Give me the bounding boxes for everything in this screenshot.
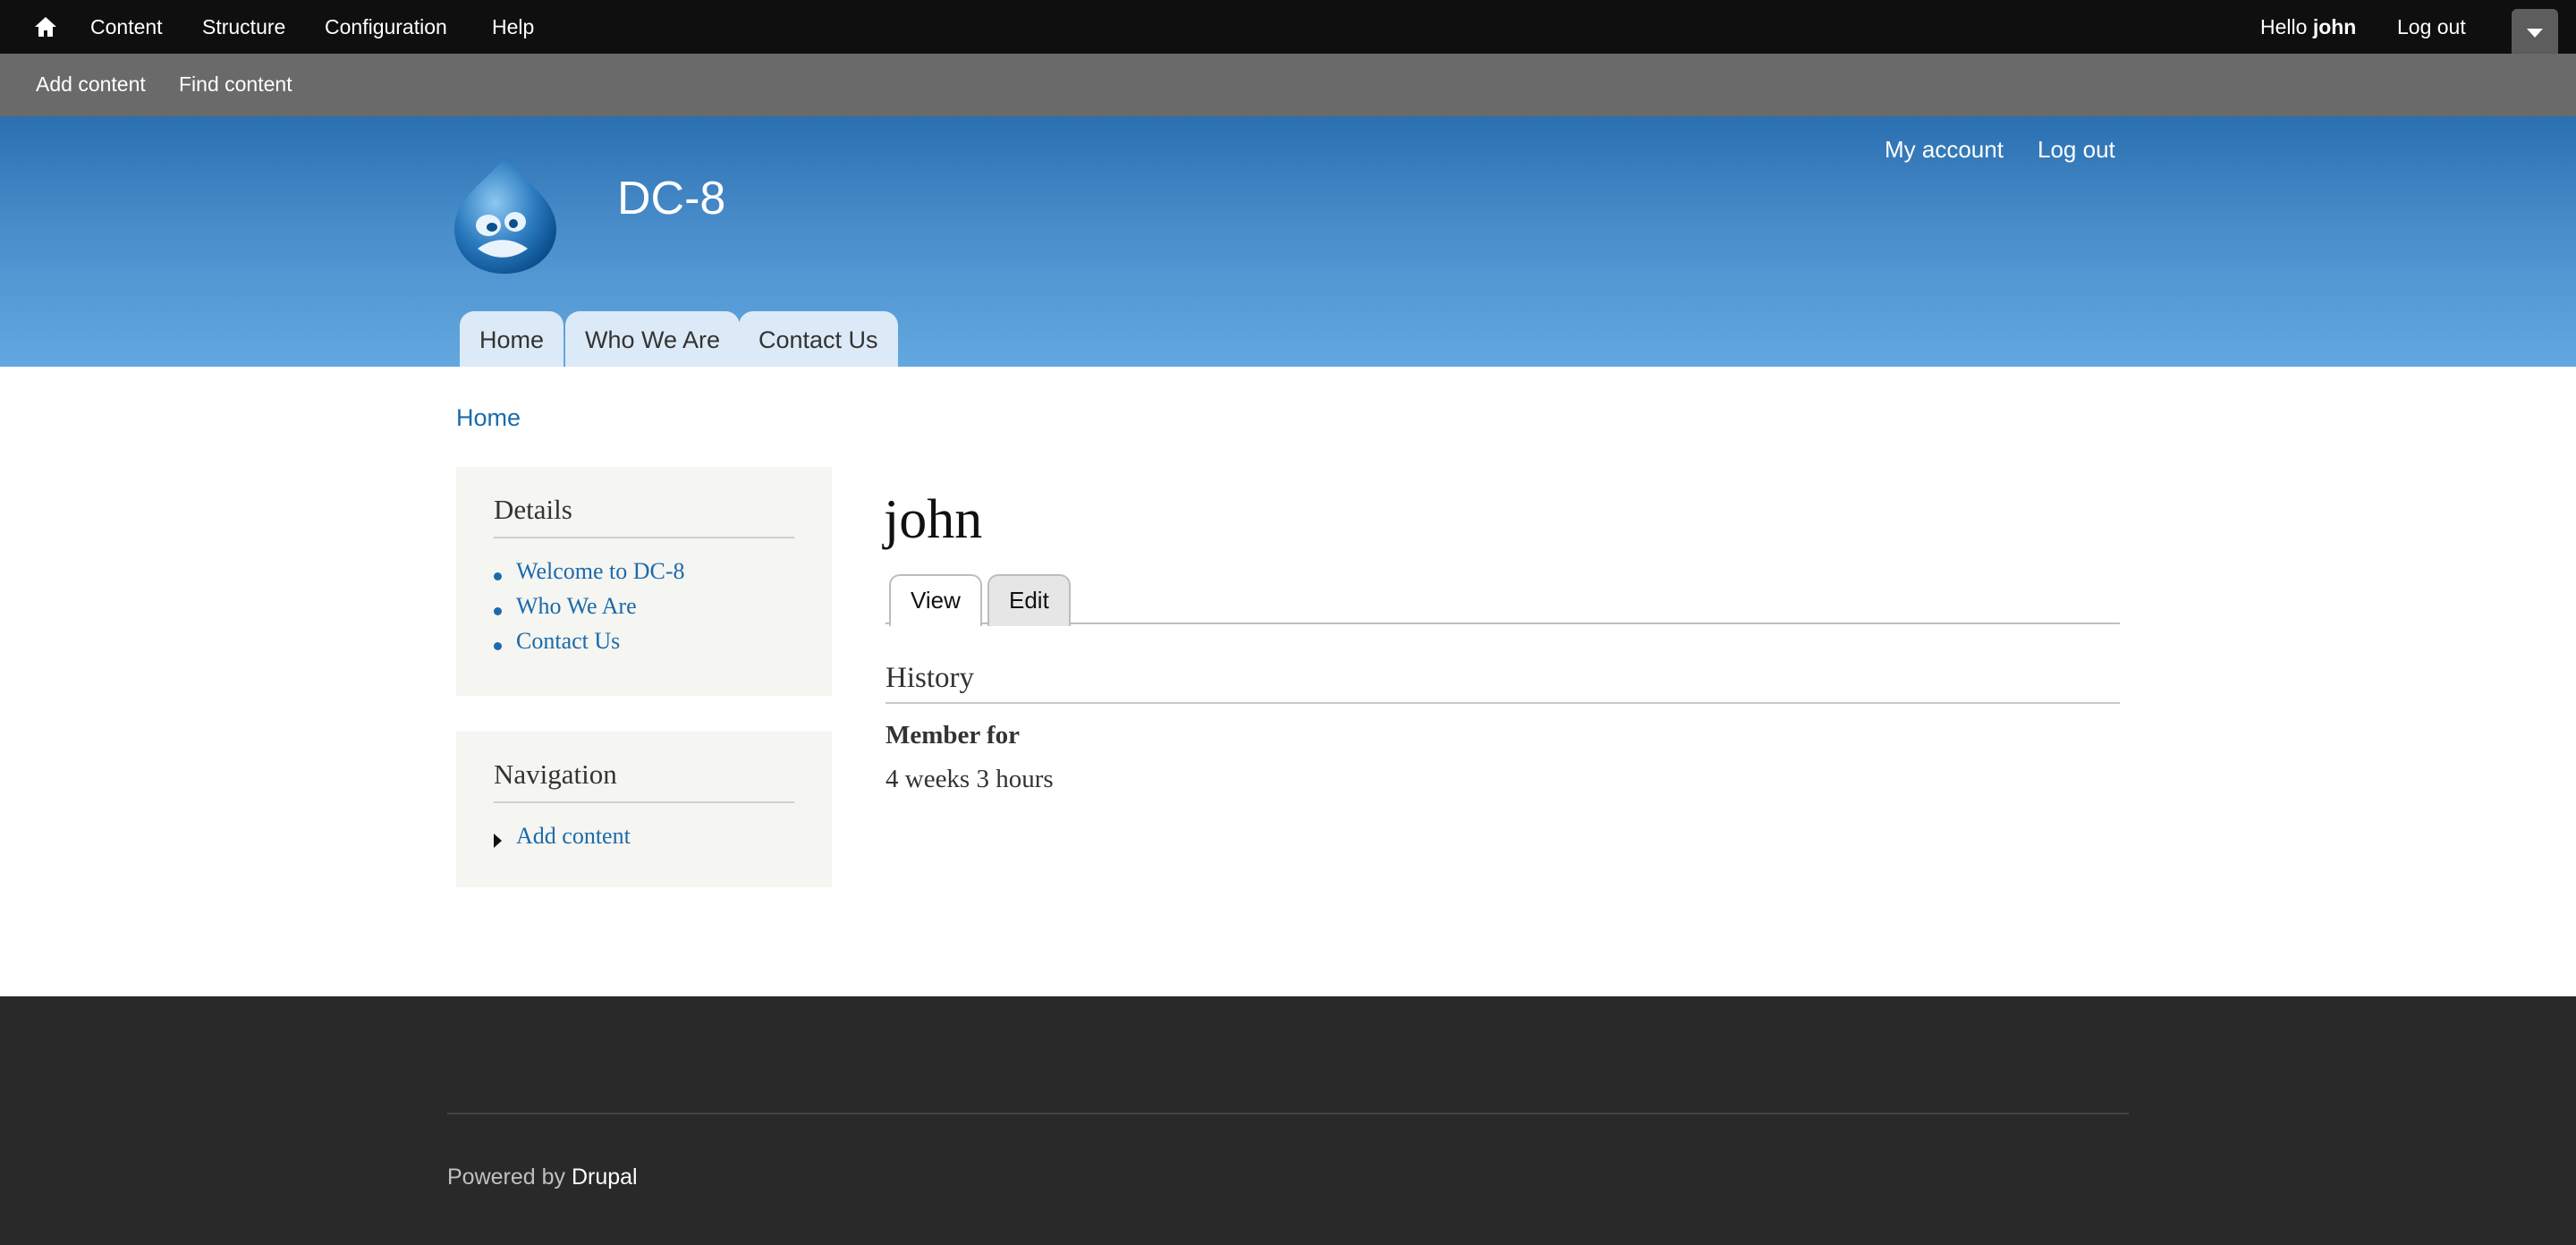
field-label-member-for: Member for: [886, 721, 1021, 750]
admin-toolbar: Content Structure Configuration Help Hel…: [0, 0, 2576, 54]
sidebar-block-navigation: Navigation Add content: [456, 732, 832, 887]
toolbar-user-menu[interactable]: Hello john: [2260, 0, 2356, 54]
details-link-contact-us[interactable]: Contact Us: [516, 628, 620, 655]
secondary-menu-my-account[interactable]: My account: [1885, 136, 2004, 164]
section-title-history: History: [886, 662, 974, 694]
toolbar-toggle-button[interactable]: [2512, 9, 2558, 54]
tray-find-content[interactable]: Find content: [179, 54, 292, 116]
toolbar-item-structure[interactable]: Structure: [202, 0, 285, 54]
home-icon[interactable]: [32, 14, 59, 39]
section-divider: [886, 702, 2120, 704]
main-menu-who-we-are[interactable]: Who We Are: [565, 311, 741, 367]
powered-by: Powered by Drupal: [447, 1165, 638, 1190]
toolbar-username: john: [2312, 15, 2357, 38]
block-divider: [494, 537, 794, 538]
toolbar-item-content[interactable]: Content: [90, 0, 163, 54]
bullet-icon: [494, 642, 502, 650]
hello-prefix: Hello: [2260, 15, 2313, 38]
toolbar-item-configuration[interactable]: Configuration: [325, 0, 447, 54]
toolbar-logout[interactable]: Log out: [2397, 0, 2466, 54]
powered-by-prefix: Powered by: [447, 1165, 572, 1190]
block-title-navigation: Navigation: [494, 758, 617, 790]
tray-add-content[interactable]: Add content: [36, 54, 146, 116]
main-menu-home[interactable]: Home: [460, 311, 564, 367]
details-link-welcome[interactable]: Welcome to DC-8: [516, 558, 685, 585]
secondary-menu-logout[interactable]: Log out: [2038, 136, 2115, 164]
footer-divider: [447, 1113, 2129, 1114]
block-title-details: Details: [494, 494, 572, 525]
tab-view[interactable]: View: [889, 574, 982, 626]
toolbar-item-help[interactable]: Help: [492, 0, 534, 54]
block-divider: [494, 801, 794, 803]
drupal-logo-icon[interactable]: [451, 150, 560, 275]
page-title: john: [884, 489, 983, 550]
site-name[interactable]: DC-8: [617, 172, 725, 225]
details-link-who-we-are[interactable]: Who We Are: [516, 593, 637, 620]
navigation-link-add-content[interactable]: Add content: [516, 823, 631, 850]
breadcrumb-home[interactable]: Home: [456, 404, 521, 432]
field-value-member-for: 4 weeks 3 hours: [886, 765, 1054, 793]
local-tabs: View Edit: [886, 572, 2120, 626]
sidebar-block-details: Details Welcome to DC-8 Who We Are Conta…: [456, 467, 832, 696]
site-header: DC-8 My account Log out Home Who We Are …: [0, 116, 2576, 367]
bullet-icon: [494, 572, 502, 580]
tab-edit[interactable]: Edit: [987, 574, 1071, 626]
drupal-link[interactable]: Drupal: [572, 1165, 638, 1190]
bullet-icon: [494, 607, 502, 615]
main-menu-contact-us[interactable]: Contact Us: [739, 311, 898, 367]
toolbar-tray: Add content Find content: [0, 54, 2576, 116]
collapsed-triangle-icon: [494, 834, 502, 848]
chevron-down-icon: [2527, 29, 2543, 38]
site-footer: Powered by Drupal: [0, 996, 2576, 1245]
